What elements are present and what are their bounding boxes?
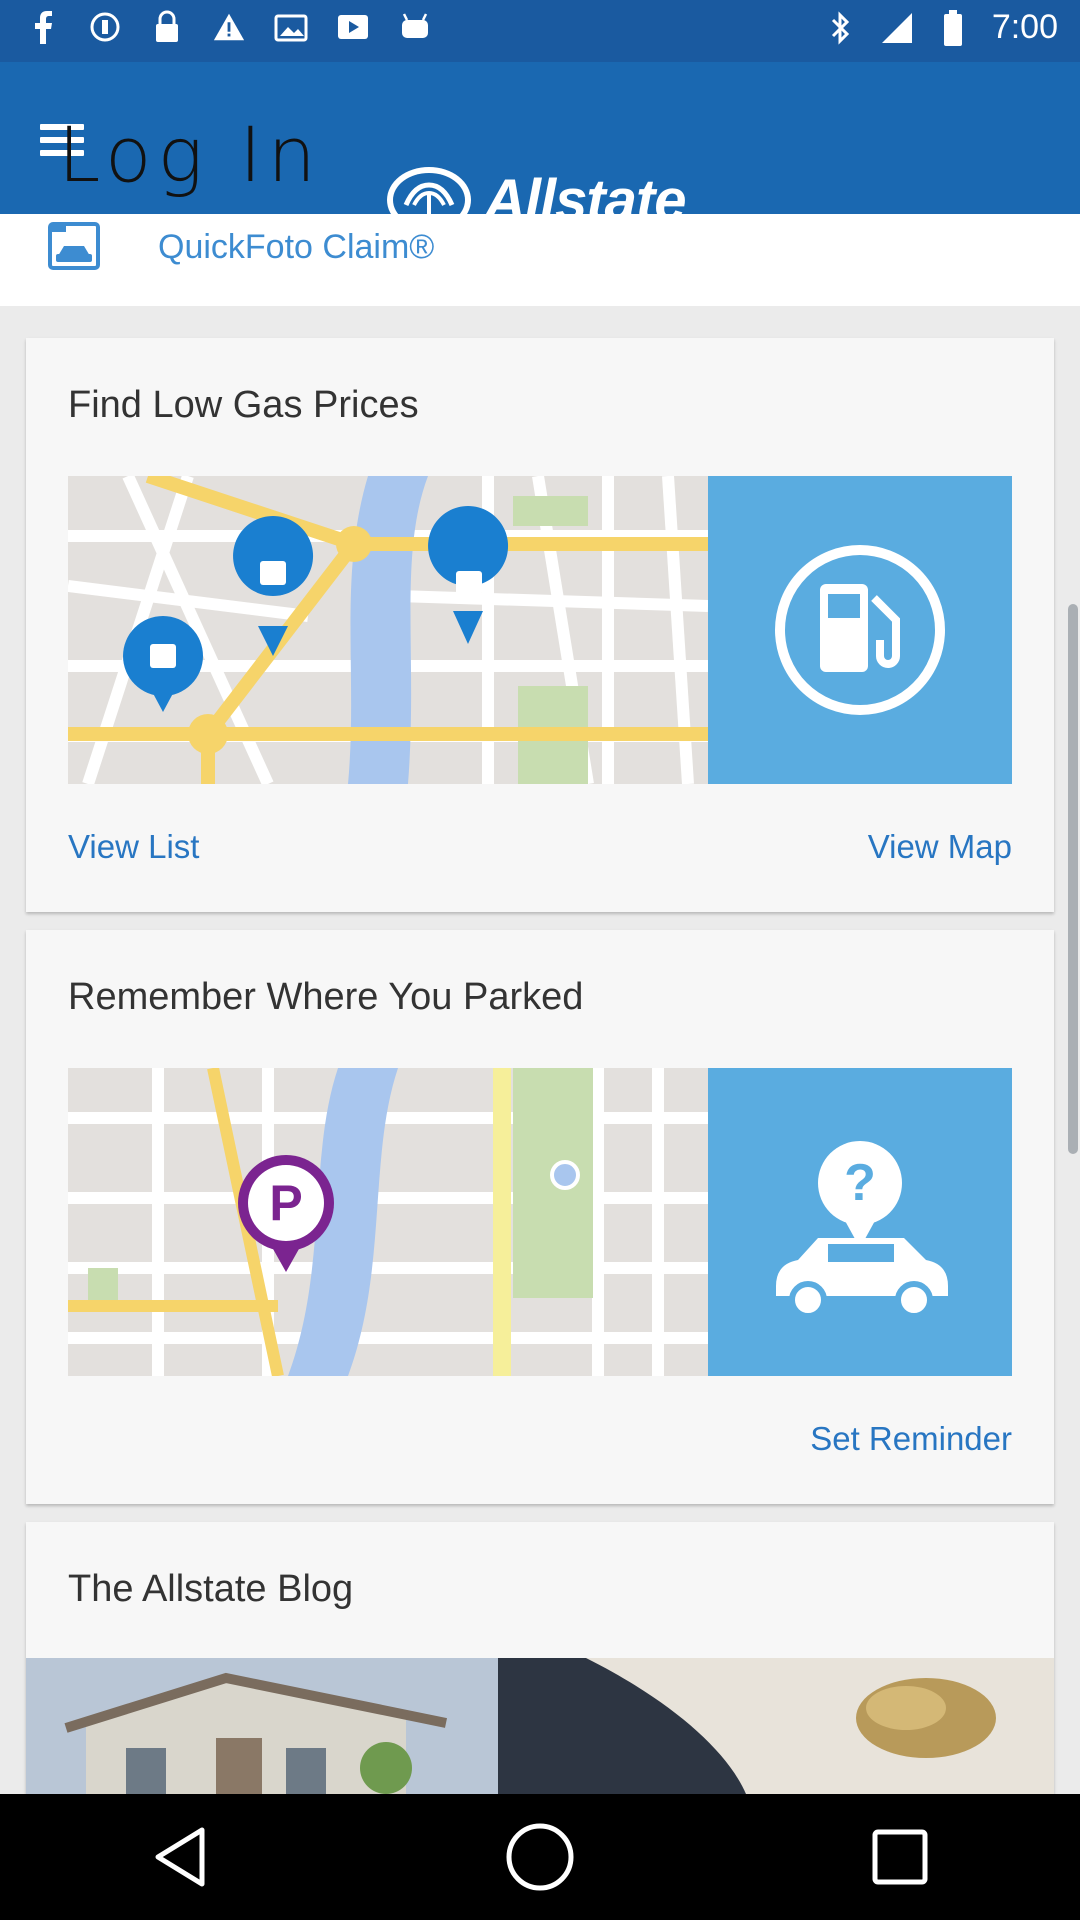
video-icon [336, 10, 370, 44]
lock-icon [150, 10, 184, 44]
blog-card-title: The Allstate Blog [68, 1568, 354, 1610]
photo-icon [274, 10, 308, 44]
login-overlay-text[interactable]: Log In [58, 110, 322, 199]
parking-map-image[interactable]: P ? [68, 1068, 1012, 1376]
status-time: 7:00 [991, 8, 1058, 46]
battery-icon [936, 9, 970, 46]
view-map-link[interactable]: View Map [868, 828, 1012, 866]
question-mark: ? [844, 1154, 876, 1212]
status-bar: 7:00 [0, 0, 1080, 62]
scrollbar[interactable] [1068, 604, 1078, 1154]
parking-card-title: Remember Where You Parked [68, 976, 584, 1018]
facebook-icon [26, 10, 60, 44]
signal-icon [880, 11, 914, 45]
blog-card: The Allstate Blog [26, 1522, 1054, 1794]
blog-image[interactable] [26, 1658, 1054, 1794]
camera-car-icon [46, 220, 102, 272]
gas-map-image[interactable] [68, 476, 1012, 784]
quickfoto-row[interactable]: QuickFoto Claim® [0, 214, 1080, 306]
set-reminder-link[interactable]: Set Reminder [810, 1420, 1012, 1458]
parking-card: Remember Where You Parked P ? Set Remind… [26, 930, 1054, 1504]
status-bar-notifications [26, 10, 432, 44]
recents-icon[interactable] [840, 1817, 960, 1897]
warning-icon [212, 10, 246, 44]
android-icon [398, 10, 432, 44]
gas-prices-card: Find Low Gas Prices View List View Map [26, 338, 1054, 912]
view-list-link[interactable]: View List [68, 828, 199, 866]
bluetooth-icon [824, 10, 858, 45]
gas-card-title: Find Low Gas Prices [68, 384, 419, 426]
stop-circle-icon [88, 10, 122, 44]
parking-letter: P [269, 1175, 302, 1231]
quickfoto-label: QuickFoto Claim® [158, 228, 435, 266]
home-icon[interactable] [480, 1817, 600, 1897]
back-icon[interactable] [120, 1817, 240, 1897]
navigation-bar [0, 1794, 1080, 1920]
status-bar-system: 7:00 [824, 8, 1058, 47]
